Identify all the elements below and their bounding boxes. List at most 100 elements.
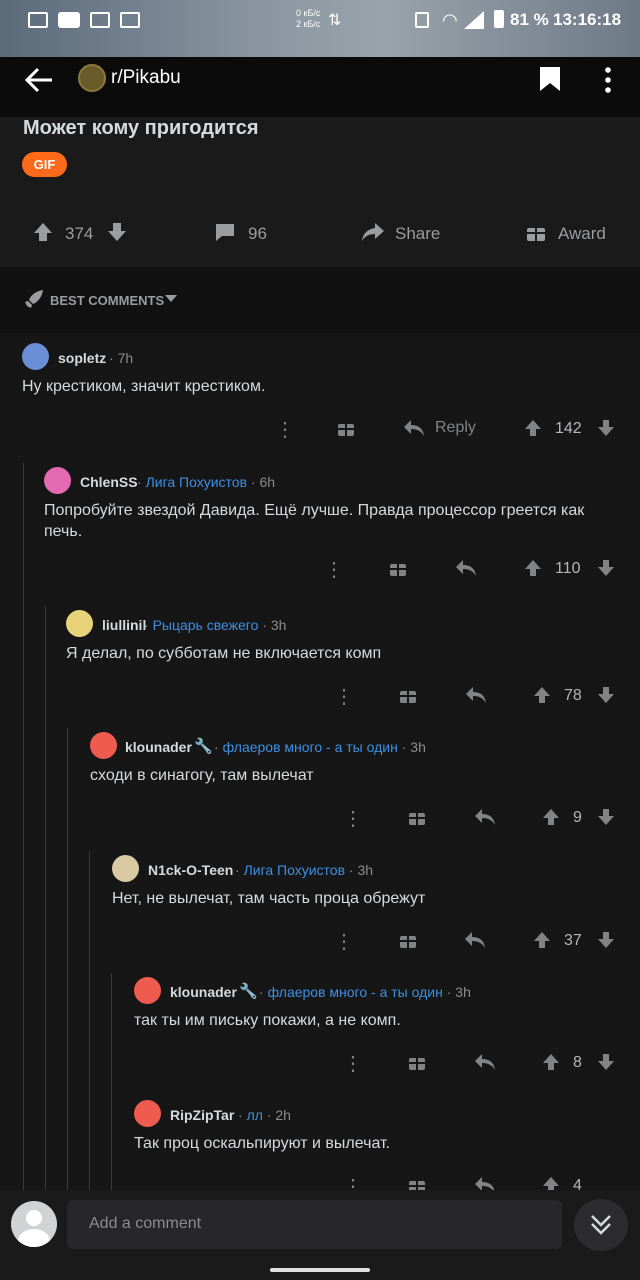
reply-icon[interactable]	[464, 931, 486, 949]
reply-icon[interactable]	[474, 1053, 496, 1071]
bookmark-icon[interactable]	[538, 65, 562, 93]
post-comment-count[interactable]: 96	[248, 224, 267, 244]
reply-icon[interactable]	[403, 419, 425, 437]
award-icon[interactable]	[399, 686, 417, 704]
comment-flair: Лига Похуистов	[145, 474, 248, 490]
reply-icon[interactable]	[474, 808, 496, 826]
downvote-icon[interactable]	[597, 1053, 615, 1071]
upvote-icon[interactable]	[524, 559, 542, 577]
vote-count: 142	[555, 420, 582, 437]
award-button[interactable]: Award	[558, 224, 606, 244]
more-options-icon[interactable]: ⋮	[275, 417, 295, 442]
thread-line[interactable]	[111, 973, 112, 1193]
user-avatar[interactable]	[11, 1201, 57, 1247]
comment-flair: флаеров много - а ты один	[267, 984, 443, 1000]
comment-time: 2h	[275, 1107, 291, 1123]
sort-label[interactable]: BEST COMMENTS	[50, 293, 164, 308]
avatar[interactable]	[134, 1100, 161, 1127]
downvote-icon[interactable]	[597, 808, 615, 826]
battery-percent: 81 %	[510, 10, 549, 29]
downvote-icon[interactable]	[107, 222, 127, 242]
comment-item: klounader 🔧 · флаеров много - а ты один …	[78, 728, 640, 850]
downvote-icon[interactable]	[597, 559, 615, 577]
avatar[interactable]	[134, 977, 161, 1004]
chevron-down-icon[interactable]	[165, 295, 177, 303]
subreddit-name[interactable]: r/Pikabu	[111, 67, 181, 89]
downvote-icon[interactable]	[597, 686, 615, 704]
rocket-icon	[25, 290, 43, 308]
comment-username[interactable]: N1ck-O-Teen	[148, 862, 233, 878]
comment-username[interactable]: sopletz	[58, 350, 106, 366]
comment-text: Попробуйте звездой Давида. Ещё лучше. Пр…	[44, 502, 585, 540]
upvote-icon[interactable]	[524, 419, 542, 437]
comment-username[interactable]: klounader	[125, 739, 192, 755]
comment-text: сходи в синагогу, там вылечат	[90, 767, 314, 784]
award-icon[interactable]	[399, 931, 417, 949]
comment-icon[interactable]	[214, 222, 236, 242]
more-options-icon[interactable]	[603, 66, 613, 94]
comment-time: 3h	[455, 984, 471, 1000]
comment-text: Так проц оскальпируют и вылечат.	[134, 1135, 390, 1152]
upvote-icon[interactable]	[533, 686, 551, 704]
back-arrow-icon[interactable]	[24, 67, 54, 93]
more-options-icon[interactable]: ⋮	[334, 929, 354, 954]
award-icon[interactable]	[389, 559, 407, 577]
avatar[interactable]	[66, 610, 93, 637]
share-icon[interactable]	[361, 222, 385, 242]
award-icon[interactable]	[408, 808, 426, 826]
post-flair-badge[interactable]: GIF	[22, 152, 67, 177]
comment-flair: Рыцарь свежего	[152, 617, 259, 633]
thread-line[interactable]	[67, 728, 68, 1193]
hammer-emoji-icon: 🔧	[194, 738, 213, 755]
reply-button[interactable]: Reply	[435, 419, 476, 437]
upvote-icon[interactable]	[542, 1053, 560, 1071]
award-icon[interactable]	[408, 1053, 426, 1071]
thread-line[interactable]	[23, 463, 24, 1193]
award-icon[interactable]	[526, 222, 546, 242]
comment-username[interactable]: klounader	[170, 984, 237, 1000]
comment-item: ChlenSS · Лига Похуистов · 6h Попробуйте…	[34, 463, 640, 603]
sort-bar[interactable]: BEST COMMENTS	[0, 267, 640, 333]
downvote-icon[interactable]	[597, 931, 615, 949]
comment-username[interactable]: ChlenSS	[80, 474, 138, 490]
share-button[interactable]: Share	[395, 224, 440, 244]
upvote-icon[interactable]	[33, 222, 53, 242]
double-chevron-down-icon	[591, 1215, 611, 1235]
home-indicator[interactable]	[270, 1268, 370, 1272]
comment-username[interactable]: liullinil	[102, 617, 146, 633]
thread-line[interactable]	[89, 851, 90, 1193]
add-comment-input[interactable]: Add a comment	[67, 1200, 562, 1249]
vote-count: 8	[573, 1054, 582, 1071]
thread-line[interactable]	[45, 606, 46, 1193]
reply-icon[interactable]	[455, 559, 477, 577]
news-icon-2	[120, 12, 140, 28]
reply-icon[interactable]	[465, 686, 487, 704]
collapse-button[interactable]	[574, 1199, 628, 1251]
avatar[interactable]	[90, 732, 117, 759]
comment-username[interactable]: RipZipTar	[170, 1107, 234, 1123]
comment-list: sopletz · 7h Ну крестиком, значит крести…	[0, 333, 640, 1193]
comment-item: liullinil · Рыцарь свежего · 3h Я делал,…	[56, 606, 640, 728]
more-options-icon[interactable]: ⋮	[343, 1051, 363, 1076]
net-up: 0 кБ/с	[296, 8, 321, 18]
app-header: r/Pikabu	[0, 57, 640, 117]
upvote-icon[interactable]	[533, 931, 551, 949]
avatar[interactable]	[112, 855, 139, 882]
subreddit-avatar[interactable]	[78, 64, 106, 92]
gmail-icon	[28, 12, 48, 28]
vote-count: 9	[573, 809, 582, 826]
youtube-icon	[58, 12, 80, 28]
comment-flair: Лига Похуистов	[243, 862, 346, 878]
more-options-icon[interactable]: ⋮	[343, 806, 363, 831]
upvote-icon[interactable]	[542, 808, 560, 826]
award-icon[interactable]	[337, 419, 355, 437]
clock: 13:16:18	[553, 10, 622, 29]
more-options-icon[interactable]: ⋮	[324, 557, 344, 582]
downvote-icon[interactable]	[597, 419, 615, 437]
avatar[interactable]	[44, 467, 71, 494]
comment-time: 6h	[259, 474, 276, 490]
comment-time: 3h	[410, 739, 426, 755]
post-vote-count: 374	[65, 224, 94, 243]
avatar[interactable]	[22, 343, 49, 370]
more-options-icon[interactable]: ⋮	[334, 684, 354, 709]
